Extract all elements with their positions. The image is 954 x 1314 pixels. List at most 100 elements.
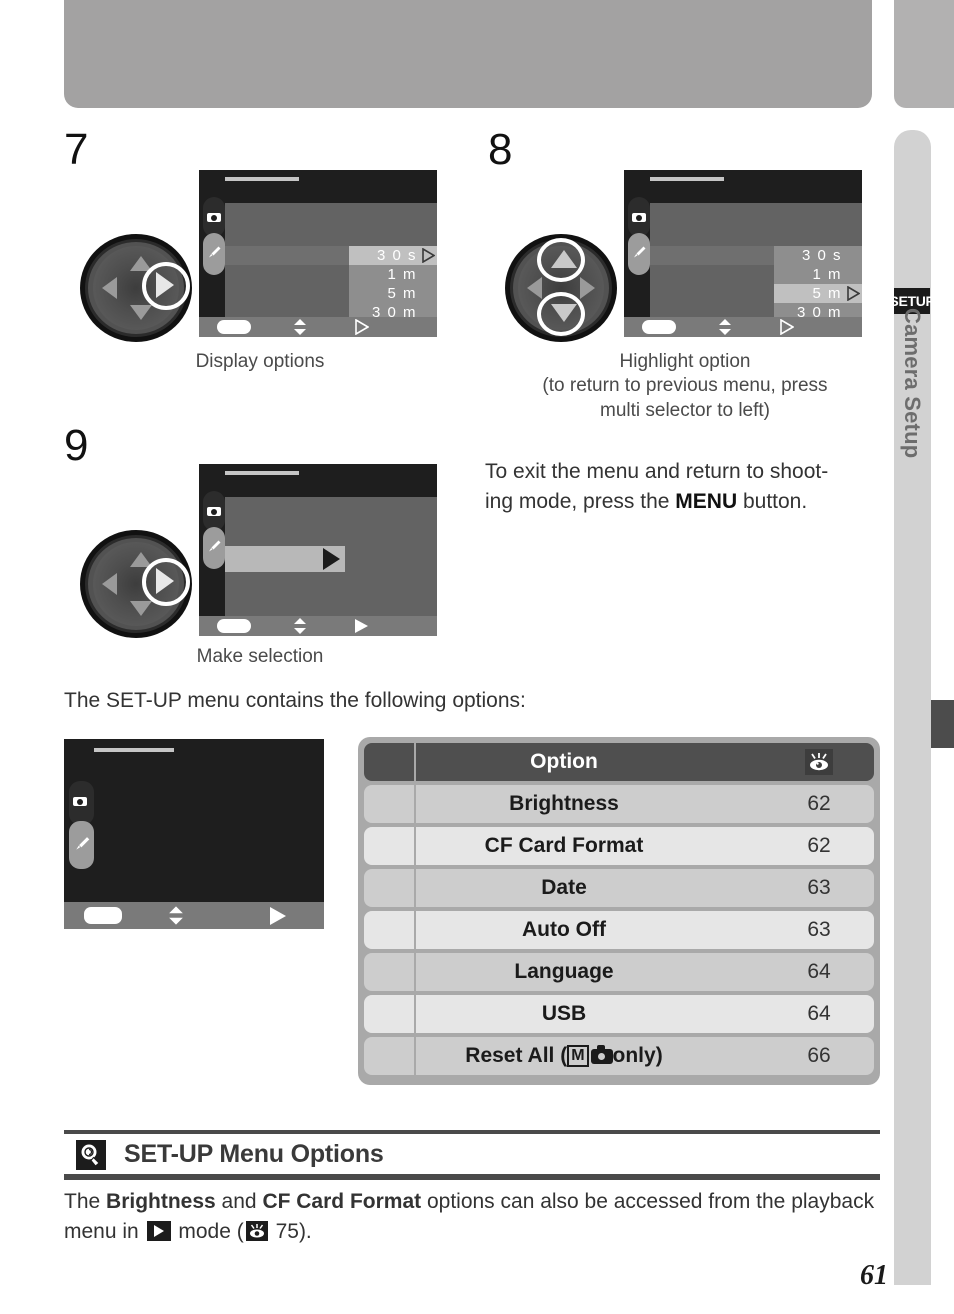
dial-left-arrow-icon[interactable] [102,573,117,595]
option-page: 62 [764,827,874,865]
footer-updown-icon [169,906,183,925]
option-name: Brightness [364,785,764,823]
footer-menu-pill [642,320,676,334]
section-marker [931,700,954,748]
option-page: 63 [764,911,874,949]
note-body-5: mode ( [172,1220,244,1244]
footer-updown-icon [719,319,731,335]
note-body: The Brightness and CF Card Format option… [64,1187,884,1248]
note-body-2: and [215,1190,263,1213]
tip-lightbulb-icon [76,1140,106,1170]
table-header-option: Option [364,743,764,781]
note-rule-top [64,1130,880,1134]
step-number-9: 9 [64,421,89,470]
setup-menu-tab-icon[interactable] [203,233,225,275]
caption-step8: Highlight option (to return to previous … [505,350,865,423]
lcd-footer-bar [624,317,862,337]
dial-up-arrow-icon[interactable] [551,250,577,268]
table-row[interactable]: USB 64 [364,995,874,1033]
footer-right-arrow-icon [270,907,286,925]
shooting-menu-tab-icon[interactable] [628,197,650,237]
note-rule-bottom [64,1174,880,1180]
shooting-menu-tab-icon[interactable] [203,491,225,531]
step-number-8: 8 [488,125,513,174]
table-row[interactable]: CF Card Format 62 [364,827,874,865]
multi-selector-dial-step9[interactable] [80,530,192,638]
rail-top-block [894,0,954,108]
menu-option-2[interactable]: 5 m [774,284,862,303]
table-header-page-icon-cell [764,743,874,781]
setup-menu-tab-icon[interactable] [628,233,650,275]
footer-right-arrow-icon [355,319,369,335]
dial-right-arrow-icon[interactable] [156,272,174,298]
dial-down-arrow-icon[interactable] [551,304,577,322]
screwdriver-icon [634,246,646,258]
lcd-tab-column [624,170,650,337]
dial-left-arrow-icon[interactable] [102,277,117,299]
footer-updown-icon [294,618,306,634]
table-header-row: Option [364,743,874,781]
table-row[interactable]: Brightness 62 [364,785,874,823]
setup-menu-tab-icon[interactable] [203,527,225,569]
option-name: Language [364,953,764,991]
dial-right-arrow-icon[interactable] [580,277,595,299]
eye-reference-icon [245,1221,268,1242]
chapter-label: Camera Setup [900,308,925,459]
setup-menu-tab-icon[interactable] [69,821,94,869]
lcd-screen-setup-menu [64,739,324,929]
caption-step8-line3: multi selector to left) [600,399,770,421]
footer-updown-icon [294,319,306,335]
table-row[interactable]: Date 63 [364,869,874,907]
page-number: 61 [860,1260,888,1291]
option-name: USB [364,995,764,1033]
option-caret-icon-2 [847,286,860,301]
shooting-menu-tab-icon[interactable] [69,781,94,825]
option-name-reset-all: Reset All (M only) [364,1037,764,1075]
menu-option-2[interactable]: 5 m [349,284,437,303]
menu-option-0[interactable]: 3 0 s [349,246,437,265]
table-column-divider [414,743,416,1079]
option-name: Date [364,869,764,907]
menu-option-1-label: 1 m [387,266,417,283]
footer-right-arrow-icon [355,619,368,633]
menu-option-1[interactable]: 1 m [774,265,862,284]
option-caret-icon-0 [422,248,435,263]
menu-option-1-label: 1 m [812,266,842,283]
menu-option-1[interactable]: 1 m [349,265,437,284]
step-number-7: 7 [64,125,89,174]
setup-options-table: Option Brightness 62 CF Card Format 62 D… [358,737,880,1085]
option-page: 64 [764,953,874,991]
menu-button-label: MENU [675,489,738,513]
manual-mode-icon: M [567,1045,589,1067]
menu-option-0-label: 3 0 s [801,247,842,264]
exit-note-line2: ing mode, press the MENU button. [485,487,885,517]
note-body-1: The [64,1190,107,1213]
multi-selector-dial-step7[interactable] [80,234,192,342]
lcd-tab-column [199,464,225,636]
screwdriver-icon [76,837,90,850]
table-row[interactable]: Language 64 [364,953,874,991]
exit-menu-note: To exit the menu and return to shoot- in… [485,457,885,517]
footer-menu-pill [217,320,251,334]
option-name: CF Card Format [364,827,764,865]
dial-right-arrow-icon[interactable] [156,568,174,594]
table-row[interactable]: Reset All (M only) 66 [364,1037,874,1075]
dial-left-arrow-icon[interactable] [527,277,542,299]
note-title: SET-UP Menu Options [124,1140,384,1168]
screwdriver-icon [209,246,221,258]
lcd-tab-column [64,739,94,929]
lcd-footer-bar [64,902,324,929]
exit-note-line1: To exit the menu and return to shoot- [485,460,829,483]
camera-icon [590,1044,613,1064]
menu-option-0[interactable]: 3 0 s [774,246,862,265]
multi-selector-dial-step8[interactable] [505,234,617,342]
table-row[interactable]: Auto Off 63 [364,911,874,949]
dial-down-arrow-icon[interactable] [130,305,152,320]
side-rail: SETUP Camera Setup [889,0,954,1314]
dial-down-arrow-icon[interactable] [130,601,152,616]
caption-step9: Make selection [196,646,324,667]
menu-option-2-label: 5 m [387,285,417,302]
option-name: Auto Off [364,911,764,949]
shooting-menu-tab-icon[interactable] [203,197,225,237]
footer-right-arrow-icon [780,319,794,335]
